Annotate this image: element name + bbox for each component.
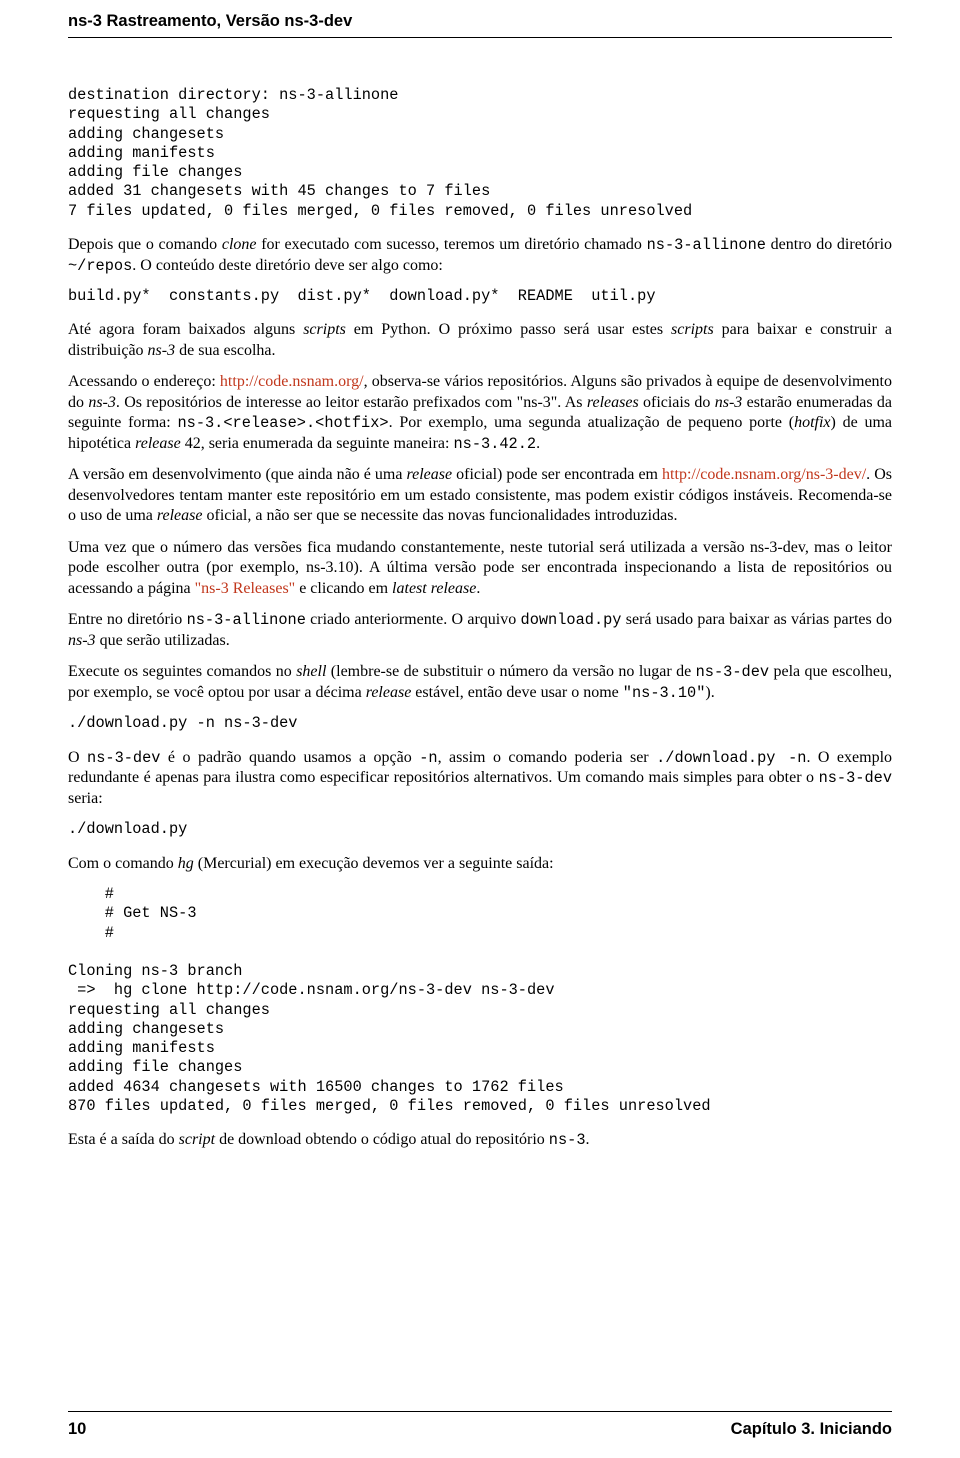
code-block-2: build.py* constants.py dist.py* download… [68,287,892,306]
paragraph-6: Entre no diretório ns-3-allinone criado … [68,610,892,651]
link-ns3-dev[interactable]: http://code.nsnam.org/ns-3-dev/ [662,466,866,483]
page: ns-3 Rastreamento, Versão ns-3-dev desti… [0,0,960,1458]
code-block-1: destination directory: ns-3-allinone req… [68,86,892,221]
code-block-3: ./download.py -n ns-3-dev [68,714,892,733]
paragraph-10: Esta é a saída do script de download obt… [68,1130,892,1151]
code-block-5: # # Get NS-3 # Cloning ns-3 branch => hg… [68,885,892,1116]
page-header: ns-3 Rastreamento, Versão ns-3-dev [68,0,892,38]
page-number: 10 [68,1419,86,1440]
link-ns3-releases[interactable]: "ns-3 Releases" [195,580,296,597]
header-title: ns-3 Rastreamento, Versão ns-3-dev [68,12,352,30]
paragraph-9: Com o comando hg (Mercurial) em execução… [68,854,892,874]
page-content: destination directory: ns-3-allinone req… [68,38,892,1151]
paragraph-1: Depois que o comando clone for executado… [68,235,892,276]
chapter-label: Capítulo 3. Iniciando [731,1419,892,1440]
link-code-nsnam[interactable]: http://code.nsnam.org/ [220,373,364,390]
paragraph-4: A versão em desenvolvimento (que ainda n… [68,465,892,526]
paragraph-8: O ns-3-dev é o padrão quando usamos a op… [68,748,892,810]
code-block-4: ./download.py [68,820,892,839]
paragraph-7: Execute os seguintes comandos no shell (… [68,662,892,703]
page-footer: 10 Capítulo 3. Iniciando [68,1411,892,1440]
paragraph-3: Acessando o endereço: http://code.nsnam.… [68,372,892,454]
paragraph-5: Uma vez que o número das versões fica mu… [68,538,892,599]
paragraph-2: Até agora foram baixados alguns scripts … [68,320,892,361]
